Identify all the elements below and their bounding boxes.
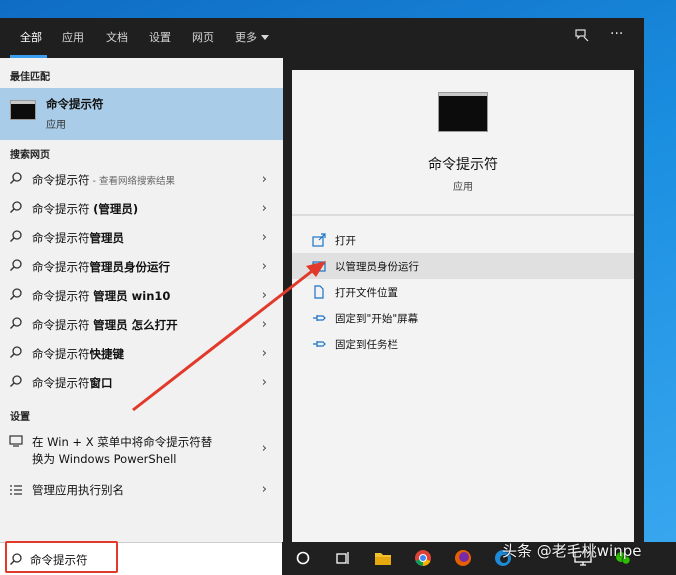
web-result-item[interactable]: 命令提示符 (管理员) › — [0, 194, 283, 223]
command-prompt-icon — [10, 100, 36, 120]
chevron-right-icon[interactable]: › — [262, 230, 267, 245]
section-web-search: 搜索网页 — [10, 150, 50, 161]
more-options-icon[interactable]: ··· — [610, 26, 623, 42]
search-tabs-bar: 全部 应用 文档 设置 网页 更多 ··· — [0, 18, 644, 58]
tab-documents[interactable]: 文档 — [106, 29, 128, 45]
settings-item-aliases[interactable]: 管理应用执行别名 › — [0, 476, 283, 506]
tab-apps[interactable]: 应用 — [62, 29, 84, 45]
web-result-item[interactable]: 命令提示符快捷键 › — [0, 339, 283, 368]
chevron-right-icon[interactable]: › — [262, 288, 267, 303]
web-result-text: 命令提示符 (管理员) — [32, 202, 139, 216]
chevron-right-icon[interactable]: › — [262, 375, 267, 390]
search-icon — [10, 288, 22, 300]
search-icon — [10, 259, 22, 271]
chevron-right-icon[interactable]: › — [262, 346, 267, 361]
command-prompt-icon — [438, 92, 488, 132]
run-as-admin-icon — [312, 261, 326, 272]
file-location-icon — [314, 285, 324, 299]
action-label: 打开 — [335, 235, 356, 247]
web-result-text: 命令提示符 管理员 怎么打开 — [32, 318, 178, 332]
details-panel: 命令提示符 应用 打开 以管理员身份运行 打开文件位置 固定到"开始"屏幕 固定… — [292, 70, 634, 542]
settings-item-powershell[interactable]: 在 Win + X 菜单中将命令提示符替 换为 Windows PowerShel… — [0, 426, 283, 472]
best-match-item[interactable]: 命令提示符 应用 — [0, 88, 283, 140]
results-panel: 最佳匹配 命令提示符 应用 搜索网页 命令提示符 - 查看网络搜索结果 › 命令… — [0, 58, 283, 542]
search-box[interactable] — [0, 542, 282, 575]
search-icon — [10, 375, 22, 387]
action-open-file-location[interactable]: 打开文件位置 — [292, 279, 634, 305]
search-icon — [10, 230, 22, 242]
chevron-right-icon[interactable]: › — [262, 482, 267, 497]
pin-taskbar-icon — [313, 341, 326, 347]
divider — [292, 214, 634, 216]
search-icon — [10, 317, 22, 329]
web-result-text: 命令提示符管理员身份运行 — [32, 260, 170, 274]
details-subtitle: 应用 — [453, 182, 473, 193]
action-open[interactable]: 打开 — [292, 227, 634, 253]
settings-item-text: 在 Win + X 菜单中将命令提示符替 换为 Windows PowerShel… — [32, 435, 213, 466]
action-label: 打开文件位置 — [335, 287, 398, 299]
chevron-right-icon[interactable]: › — [262, 172, 267, 187]
feedback-icon[interactable] — [574, 28, 590, 48]
web-result-item[interactable]: 命令提示符窗口 › — [0, 368, 283, 397]
tab-settings[interactable]: 设置 — [149, 29, 171, 45]
section-best-match: 最佳匹配 — [10, 72, 50, 83]
search-icon — [10, 346, 22, 358]
action-label: 以管理员身份运行 — [335, 261, 419, 273]
action-run-as-admin[interactable]: 以管理员身份运行 — [292, 253, 634, 279]
watermark-text: 头条 @老毛桃winpe — [502, 542, 642, 560]
web-result-item[interactable]: 命令提示符 管理员 怎么打开 › — [0, 310, 283, 339]
web-result-item[interactable]: 命令提示符管理员身份运行 › — [0, 252, 283, 281]
chevron-right-icon[interactable]: › — [262, 259, 267, 274]
tab-more-label: 更多 — [235, 31, 257, 44]
best-match-title: 命令提示符 — [46, 97, 104, 111]
monitor-icon — [9, 435, 23, 447]
action-pin-start[interactable]: 固定到"开始"屏幕 — [292, 305, 634, 331]
web-result-text: 命令提示符快捷键 — [32, 347, 124, 361]
firefox-icon[interactable] — [454, 549, 472, 567]
cortana-icon[interactable] — [294, 549, 312, 567]
web-result-text: 命令提示符管理员 — [32, 231, 124, 245]
chevron-down-icon — [261, 35, 269, 40]
open-icon — [312, 233, 326, 247]
web-result-item[interactable]: 命令提示符 - 查看网络搜索结果 › — [0, 165, 283, 194]
details-title: 命令提示符 — [428, 157, 498, 173]
chrome-icon[interactable] — [414, 549, 432, 567]
web-result-item[interactable]: 命令提示符管理员 › — [0, 223, 283, 252]
action-pin-taskbar[interactable]: 固定到任务栏 — [292, 331, 634, 357]
action-label: 固定到任务栏 — [335, 339, 398, 351]
search-input[interactable] — [30, 551, 230, 569]
search-icon — [10, 201, 22, 213]
pin-start-icon — [313, 315, 326, 321]
tab-all[interactable]: 全部 — [20, 29, 42, 45]
section-settings: 设置 — [10, 412, 30, 423]
web-result-text: 命令提示符 - 查看网络搜索结果 — [32, 173, 175, 187]
web-result-item[interactable]: 命令提示符 管理员 win10 › — [0, 281, 283, 310]
search-icon — [10, 172, 22, 184]
tab-more[interactable]: 更多 — [235, 29, 269, 45]
task-view-icon[interactable] — [334, 549, 352, 567]
chevron-right-icon[interactable]: › — [262, 317, 267, 332]
list-icon — [10, 485, 22, 495]
tab-web[interactable]: 网页 — [192, 29, 214, 45]
best-match-subtitle: 应用 — [46, 120, 66, 131]
web-result-text: 命令提示符 管理员 win10 — [32, 289, 171, 303]
action-label: 固定到"开始"屏幕 — [335, 313, 419, 325]
search-window: 全部 应用 文档 设置 网页 更多 ··· 最佳匹配 命令提示符 应用 搜索网页… — [0, 18, 644, 542]
details-header: 命令提示符 应用 — [292, 70, 634, 214]
chevron-right-icon[interactable]: › — [262, 201, 267, 216]
settings-item-text: 管理应用执行别名 — [32, 483, 124, 497]
file-explorer-icon[interactable] — [374, 549, 392, 567]
web-result-text: 命令提示符窗口 — [32, 376, 113, 390]
chevron-right-icon[interactable]: › — [262, 441, 267, 456]
search-icon — [10, 553, 22, 565]
